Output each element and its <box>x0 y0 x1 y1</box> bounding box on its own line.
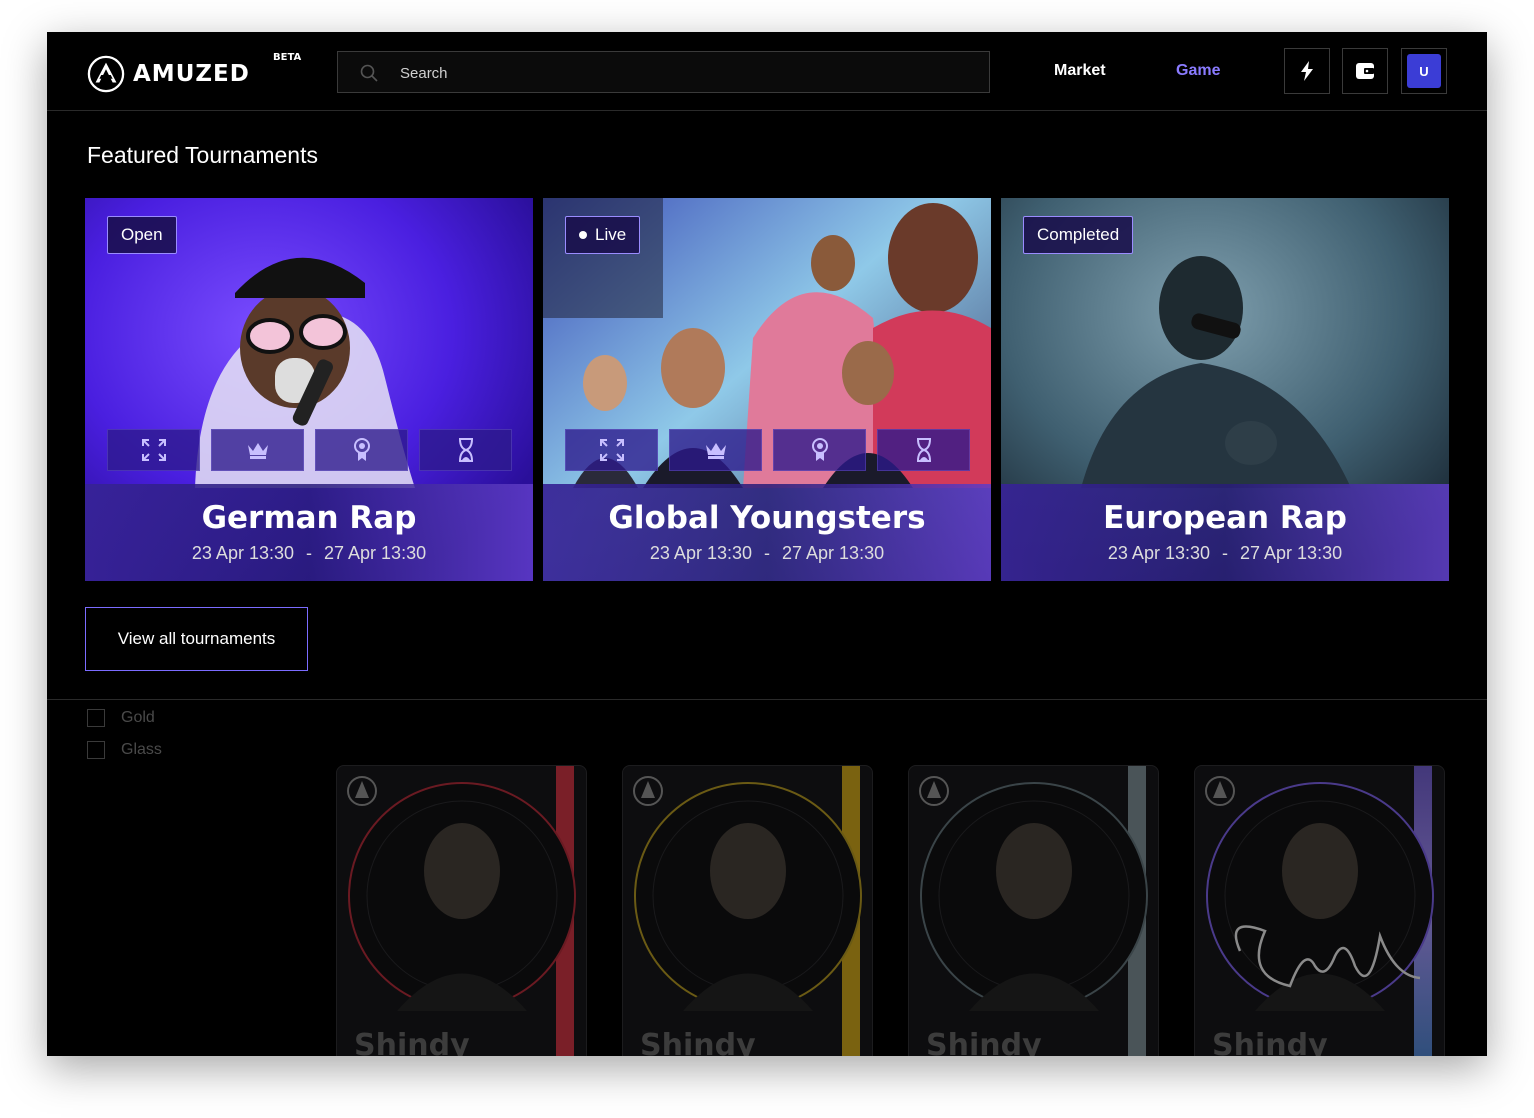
stat-rank[interactable] <box>315 429 408 471</box>
nav-game[interactable]: Game <box>1176 62 1220 80</box>
nft-artwork <box>633 766 862 1056</box>
start-date: 23 Apr 13:30 <box>1107 543 1210 563</box>
wallet-button[interactable] <box>1342 48 1388 94</box>
crown-icon <box>247 443 268 459</box>
tournament-dates: 23 Apr 13:30-27 Apr 13:30 <box>543 543 991 564</box>
tournament-dates: 23 Apr 13:30-27 Apr 13:30 <box>85 543 533 564</box>
hourglass-icon <box>458 438 473 462</box>
featured-tournaments-title: Featured Tournaments <box>87 142 318 168</box>
start-date: 23 Apr 13:30 <box>191 543 294 563</box>
stat-prize[interactable] <box>211 429 304 471</box>
filter-label: Gold <box>121 709 155 726</box>
status-badge: Open <box>107 216 177 254</box>
nft-artist-name: Shindy <box>926 1028 1042 1056</box>
status-badge: Completed <box>1023 216 1134 254</box>
stat-time[interactable] <box>877 429 970 471</box>
status-badge: Live <box>565 216 641 254</box>
boost-button[interactable] <box>1284 48 1330 94</box>
view-all-tournaments-button[interactable]: View all tournaments <box>85 607 308 671</box>
nft-artwork <box>1205 766 1434 1056</box>
nav-market[interactable]: Market <box>1054 62 1106 80</box>
checkbox[interactable] <box>87 741 105 759</box>
end-date: 27 Apr 13:30 <box>324 543 427 563</box>
filter-gold[interactable]: Gold <box>87 709 155 727</box>
stat-prize[interactable] <box>669 429 762 471</box>
checkbox[interactable] <box>87 709 105 727</box>
tournament-card[interactable]: Completed European Rap 23 Apr 13:30-27 A… <box>1001 198 1449 581</box>
nft-artist-name: Shindy <box>1212 1028 1328 1056</box>
beta-label: BETA <box>273 52 302 63</box>
top-bar: AMUZED BETA Market Game U <box>47 32 1487 111</box>
tournament-dates: 23 Apr 13:30-27 Apr 13:30 <box>1001 543 1449 564</box>
filter-label: Glass <box>121 741 162 758</box>
search-icon <box>360 64 378 82</box>
section-divider <box>47 699 1487 700</box>
avatar: U <box>1407 54 1441 88</box>
nft-artwork <box>919 766 1148 1056</box>
nft-artwork <box>347 766 576 1056</box>
end-date: 27 Apr 13:30 <box>1240 543 1343 563</box>
amuzed-logo-icon <box>87 55 125 93</box>
stat-expand[interactable] <box>565 429 658 471</box>
search-bar[interactable] <box>337 51 990 94</box>
nft-card[interactable]: Shindy <box>908 765 1159 1056</box>
hourglass-icon <box>916 438 931 462</box>
wallet-icon <box>1356 63 1374 79</box>
tournament-stats <box>107 429 512 471</box>
nft-card[interactable]: Shindy <box>622 765 873 1056</box>
stat-rank[interactable] <box>773 429 866 471</box>
app-window: AMUZED BETA Market Game U <box>47 32 1487 1056</box>
stat-time[interactable] <box>419 429 512 471</box>
date-separator: - <box>306 543 312 563</box>
nft-artist-name: Shindy <box>354 1028 470 1056</box>
live-dot-icon <box>579 231 587 239</box>
lightning-icon <box>1301 61 1313 81</box>
nft-card[interactable]: Shindy <box>336 765 587 1056</box>
user-menu-button[interactable]: U <box>1401 48 1447 94</box>
status-label: Open <box>121 225 163 244</box>
tournament-title: German Rap <box>201 500 417 536</box>
tournament-footer: Global Youngsters 23 Apr 13:30-27 Apr 13… <box>543 484 991 581</box>
stat-expand[interactable] <box>107 429 200 471</box>
date-separator: - <box>1222 543 1228 563</box>
tournament-footer: European Rap 23 Apr 13:30-27 Apr 13:30 <box>1001 484 1449 581</box>
medal-icon <box>811 438 828 461</box>
crown-icon <box>705 443 726 459</box>
medal-icon <box>353 438 370 461</box>
tournament-title: European Rap <box>1103 500 1347 536</box>
search-input[interactable] <box>398 52 962 94</box>
expand-icon <box>599 439 624 461</box>
tournament-footer: German Rap 23 Apr 13:30-27 Apr 13:30 <box>85 484 533 581</box>
nft-artist-name: Shindy <box>640 1028 756 1056</box>
end-date: 27 Apr 13:30 <box>782 543 885 563</box>
expand-icon <box>141 439 166 461</box>
status-label: Live <box>595 225 627 244</box>
date-separator: - <box>764 543 770 563</box>
logo-text: AMUZED <box>133 61 250 87</box>
tournament-card[interactable]: Open German Rap 23 Apr 13:30-27 Apr 13:3… <box>85 198 533 581</box>
start-date: 23 Apr 13:30 <box>649 543 752 563</box>
tournament-title: Global Youngsters <box>608 500 926 536</box>
logo[interactable]: AMUZED BETA <box>87 52 301 96</box>
tournament-stats <box>565 429 970 471</box>
filter-glass[interactable]: Glass <box>87 741 162 759</box>
nft-card[interactable]: Shindy <box>1194 765 1445 1056</box>
status-label: Completed <box>1037 225 1120 244</box>
tournament-card[interactable]: Live Global Youngsters 23 Apr 13:30-27 A… <box>543 198 991 581</box>
